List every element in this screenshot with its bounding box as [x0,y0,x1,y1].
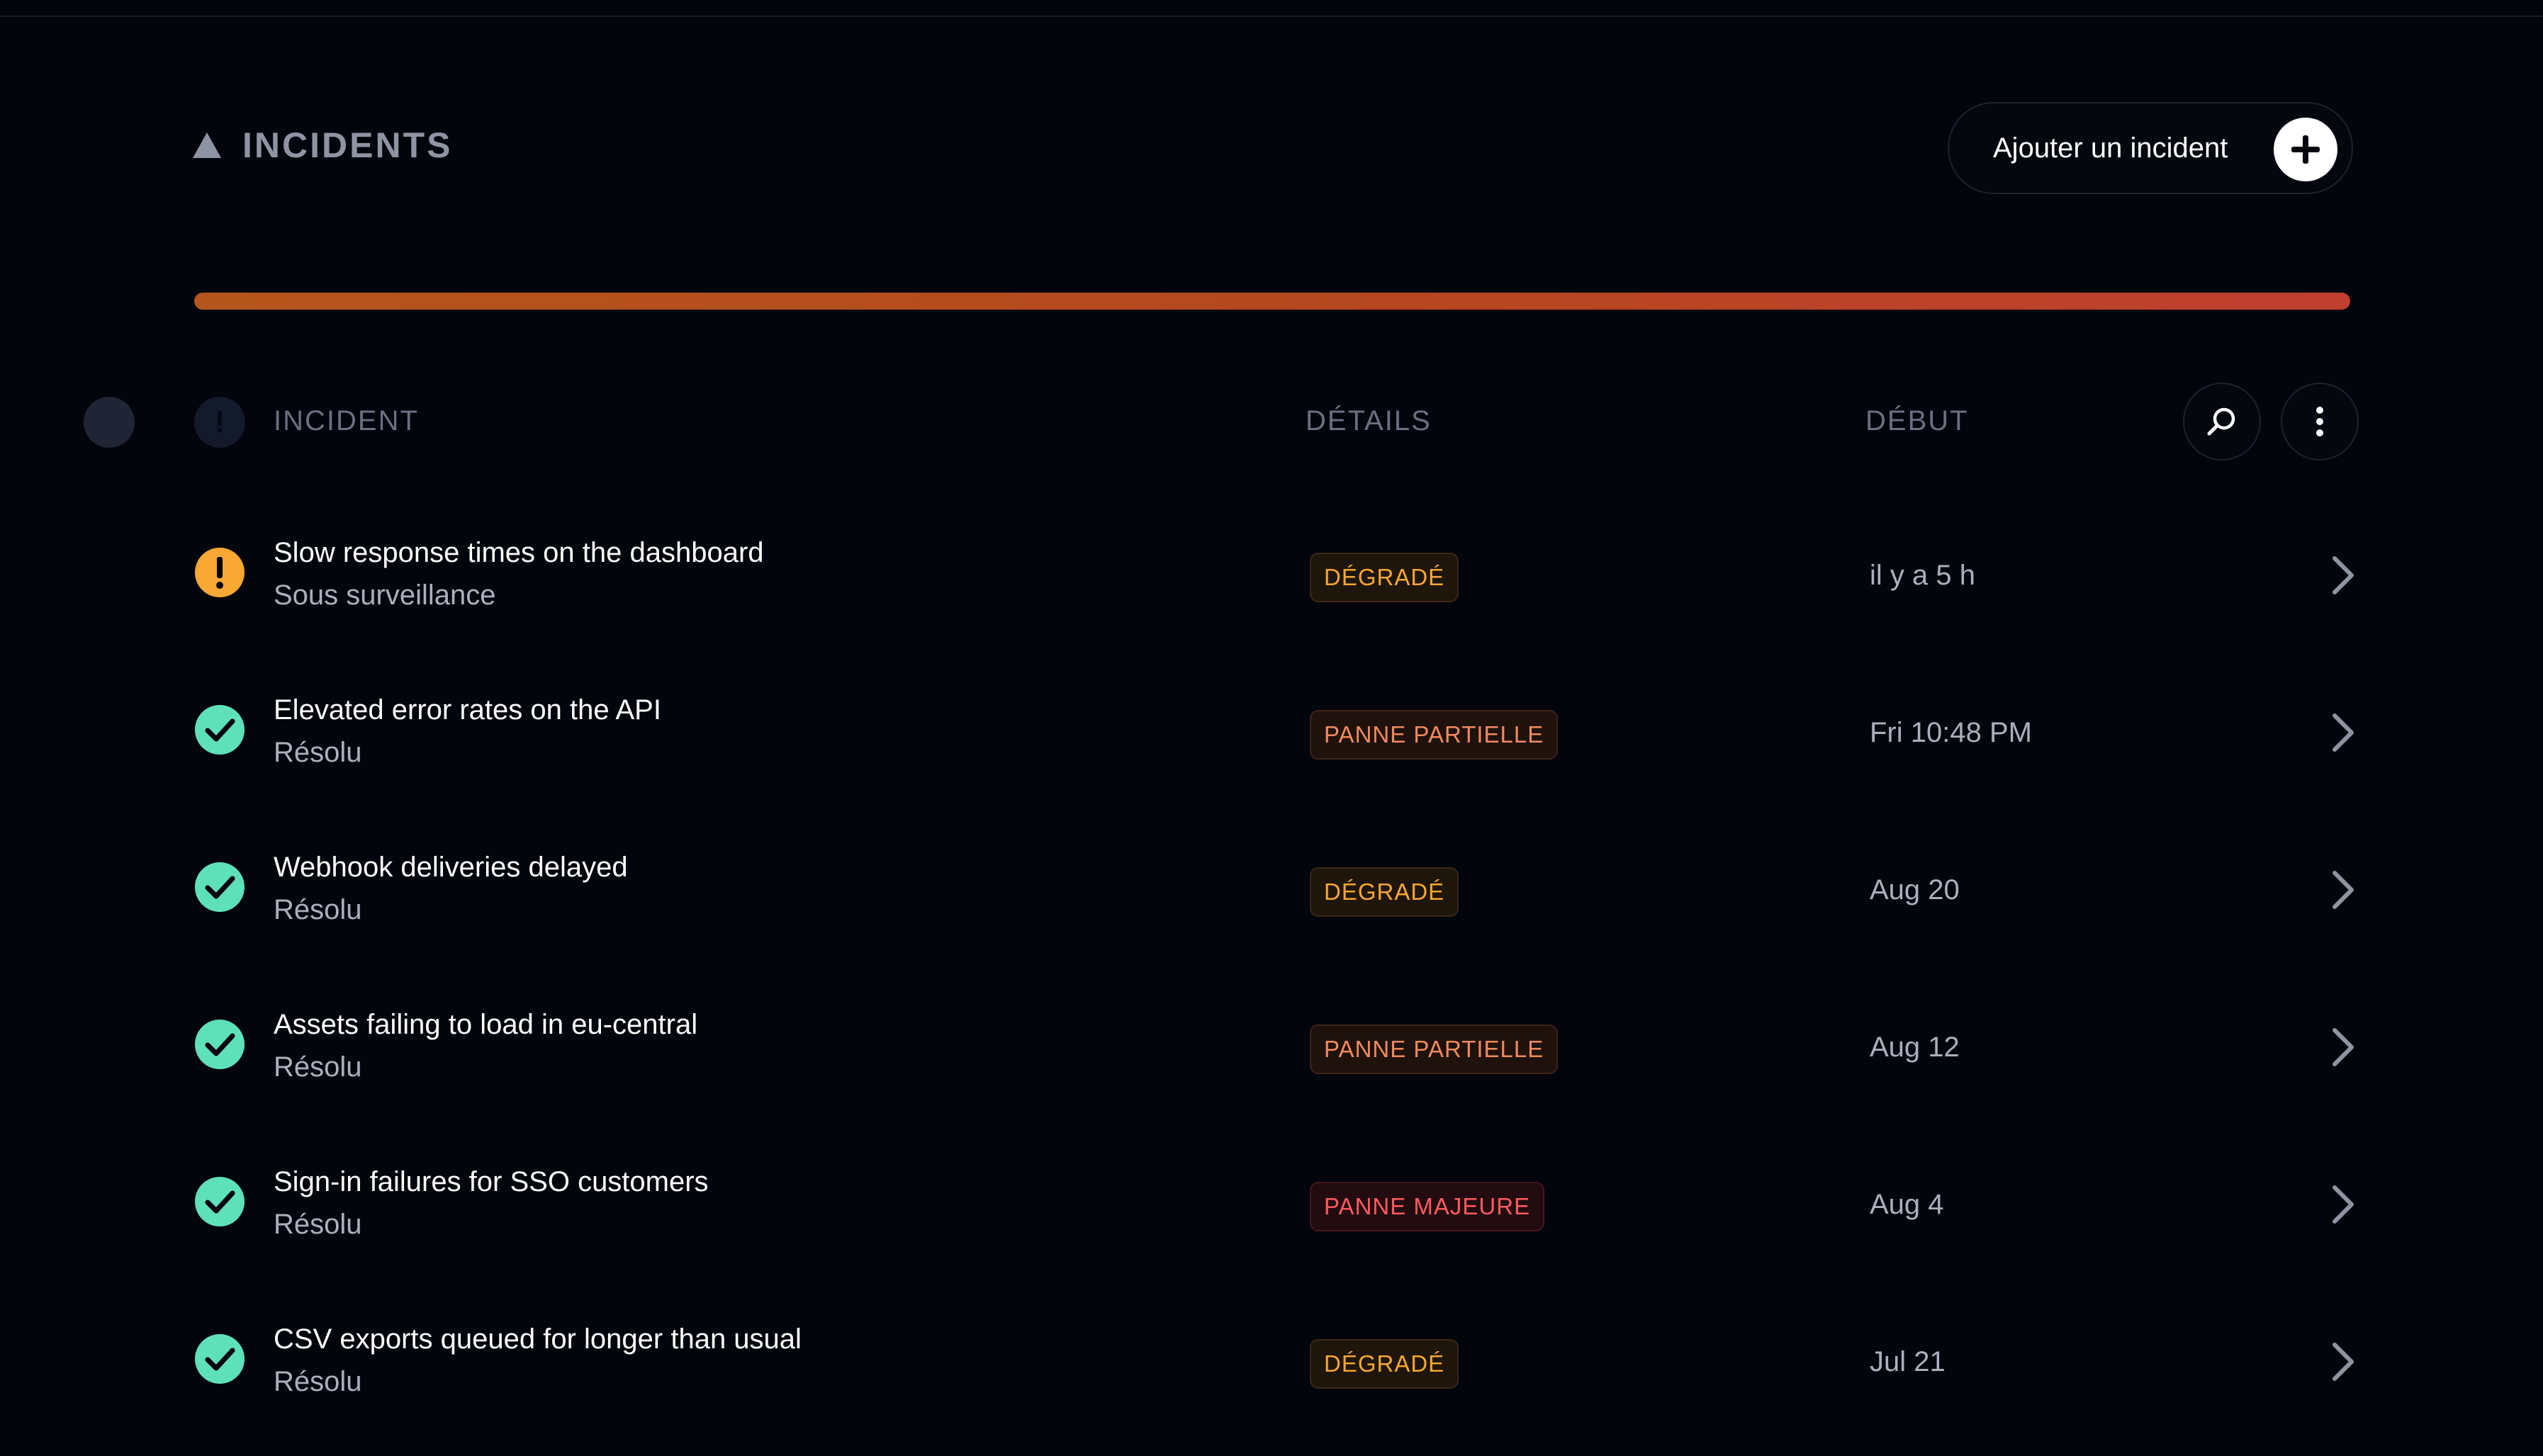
check-icon [194,862,245,913]
incident-title: Slow response times on the dashboard [274,537,764,568]
add-incident-label: Ajouter un incident [1993,132,2228,164]
chevron-right-icon[interactable] [2328,554,2359,597]
severity-badge: PANNE PARTIELLE [1310,1025,1559,1074]
check-icon [194,1333,245,1384]
incident-row[interactable]: Slow response times on the dashboard Sous… [0,496,2543,653]
incident-status: Résolu [274,737,362,768]
warning-triangle-icon [193,132,221,158]
incident-status: Sous surveillance [274,580,496,611]
search-button[interactable] [2183,383,2261,461]
chevron-right-icon[interactable] [2328,711,2359,754]
table-header: ! INCIDENT DÉTAILS DÉBUT [0,383,2543,461]
incident-start-time: Fri 10:48 PM [1870,717,2032,748]
plus-icon [2274,118,2337,181]
incident-start-time: Jul 21 [1870,1346,1946,1377]
incident-row[interactable]: Sign-in failures for SSO customers Résolu… [0,1125,2543,1282]
incident-row[interactable]: Webhook deliveries delayed Résolu DÉGRADÉ A… [0,811,2543,968]
incident-status: Résolu [274,1051,362,1083]
column-header-start: DÉBUT [1865,405,1969,436]
severity-badge: DÉGRADÉ [1310,553,1459,602]
chevron-right-icon[interactable] [2328,869,2359,911]
chevron-right-icon[interactable] [2328,1341,2359,1383]
incident-title: CSV exports queued for longer than usual [274,1324,802,1355]
incident-start-time: Aug 4 [1870,1189,1944,1220]
more-vertical-icon [2316,407,2323,436]
incident-row[interactable]: Elevated error rates on the API Résolu PAN… [0,653,2543,811]
severity-badge: DÉGRADÉ [1310,1339,1459,1389]
warning-icon [194,547,245,598]
check-icon [194,1019,245,1070]
incident-start-time: il y a 5 h [1870,560,1975,591]
check-icon [194,1176,245,1227]
exclamation-icon: ! [194,397,245,448]
severity-badge: DÉGRADÉ [1310,867,1459,917]
incident-row[interactable]: Assets failing to load in eu-central Réso… [0,968,2543,1125]
column-header-details: DÉTAILS [1306,405,1432,436]
severity-gradient-bar [194,293,2350,310]
top-divider [0,0,2543,17]
incident-status: Résolu [274,894,362,925]
incident-title: Webhook deliveries delayed [274,852,628,883]
incident-status: Résolu [274,1209,362,1240]
page-header: INCIDENTS [191,125,452,166]
incident-start-time: Aug 20 [1870,874,1960,905]
chevron-right-icon[interactable] [2328,1183,2359,1226]
incident-status: Résolu [274,1366,362,1397]
select-all-toggle[interactable] [84,397,135,448]
severity-badge: PANNE PARTIELLE [1310,710,1559,760]
more-options-button[interactable] [2281,383,2359,461]
incident-start-time: Aug 12 [1870,1032,1960,1063]
incident-row[interactable]: CSV exports queued for longer than usual… [0,1282,2543,1440]
incident-title: Assets failing to load in eu-central [274,1009,698,1040]
incident-title: Sign-in failures for SSO customers [274,1166,709,1197]
search-icon [2207,407,2235,436]
check-icon [194,704,245,755]
incident-title: Elevated error rates on the API [274,694,661,726]
chevron-right-icon[interactable] [2328,1026,2359,1068]
page-title: INCIDENTS [242,125,453,165]
add-incident-button[interactable]: Ajouter un incident [1948,102,2353,194]
severity-badge: PANNE MAJEURE [1310,1182,1545,1231]
column-header-incident: INCIDENT [274,405,419,436]
